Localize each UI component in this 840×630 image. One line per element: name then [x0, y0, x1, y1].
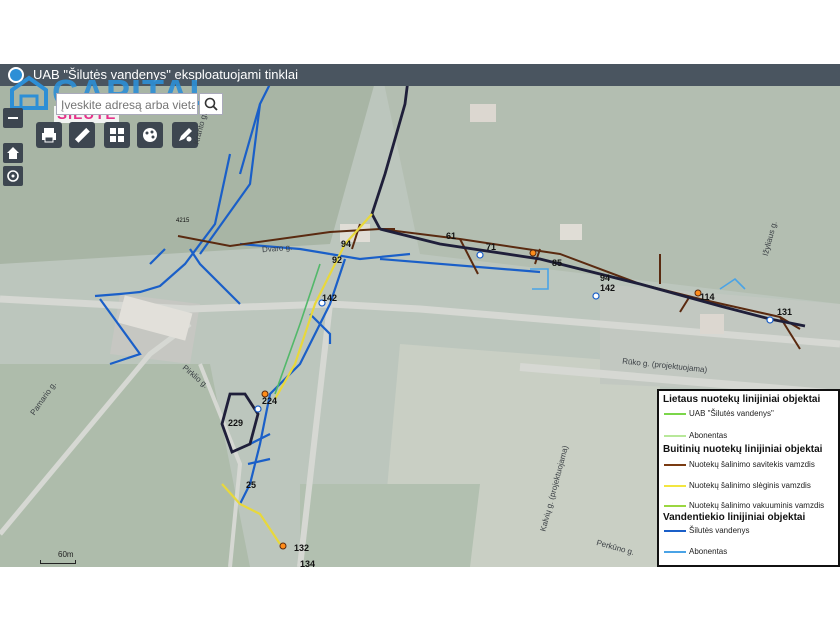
legend-section-title: Buitinių nuotekų linijiniai objektai: [663, 444, 823, 455]
grid-icon: [110, 128, 124, 142]
map-label: 142: [600, 283, 616, 293]
map-label: 134: [300, 559, 316, 567]
legend-swatch: [664, 551, 686, 553]
map-label: 25: [246, 480, 257, 490]
legend-item: Abonentas: [689, 547, 728, 556]
map-label: 4215: [176, 218, 190, 224]
legend-item: Šilutės vandenys: [689, 526, 750, 535]
map-label: 142: [322, 293, 338, 303]
legend-item: Nuotekų šalinimo vakuuminis vamzdis: [689, 501, 825, 510]
legend-swatch: [664, 505, 686, 507]
map-label: 71: [486, 242, 497, 252]
search-input[interactable]: [61, 97, 195, 113]
map-frame[interactable]: UAB "Šilutės vandenys" eksploatuojami ti…: [0, 64, 840, 567]
basemap-tool-button[interactable]: [104, 122, 130, 148]
legend-section-title: Vandentiekio linijiniai objektai: [663, 512, 806, 523]
ruler-icon: [74, 127, 90, 143]
map-label: 94: [341, 239, 352, 249]
search-box: [56, 93, 198, 115]
scale-label: 60m: [58, 550, 74, 559]
legend-item: Nuotekų šalinimo savitekis vamzdis: [689, 460, 815, 469]
locate-button[interactable]: [3, 166, 23, 186]
map-label: 224: [262, 396, 278, 406]
map-label: 131: [777, 307, 793, 317]
legend-section-title: Lietaus nuotekų linijiniai objektai: [663, 394, 821, 405]
home-button[interactable]: [3, 143, 23, 163]
search-icon: [204, 97, 218, 111]
map-label: 229: [228, 418, 244, 428]
map-label: 132: [294, 543, 310, 553]
locate-icon: [7, 170, 19, 182]
legend-item: Abonentas: [689, 431, 728, 440]
printer-icon: [42, 128, 56, 143]
legend-swatch: [664, 413, 686, 415]
map-label: 61: [446, 231, 457, 241]
legend-item: UAB "Šilutės vandenys": [689, 409, 774, 418]
house-logo-icon: [10, 75, 48, 110]
legend-swatch: [664, 464, 686, 466]
home-icon: [7, 147, 19, 159]
scale-bar: [40, 560, 76, 564]
map-legend: Lietaus nuotekų linijiniai objektai UAB …: [657, 389, 840, 567]
map-label: 92: [332, 255, 343, 265]
minus-icon: [8, 117, 18, 119]
layers-tool-button[interactable]: [137, 122, 163, 148]
print-tool-button[interactable]: [36, 122, 62, 148]
map-label: 94: [600, 273, 611, 283]
legend-item: Nuotekų šalinimo slėginis vamzdis: [689, 481, 811, 490]
legend-swatch: [664, 530, 686, 532]
palette-icon: [143, 128, 157, 142]
map-label: 114: [700, 292, 715, 302]
legend-swatch: [664, 435, 686, 437]
legend-swatch: [664, 485, 686, 487]
measure-tool-button[interactable]: [69, 122, 95, 148]
map-label: 85: [552, 258, 563, 268]
zoom-out-button[interactable]: [3, 108, 23, 128]
